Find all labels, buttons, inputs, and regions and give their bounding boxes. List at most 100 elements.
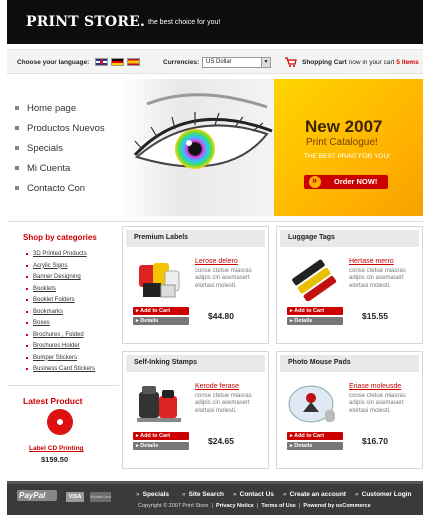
cart-link[interactable]: Shopping Cart xyxy=(302,59,347,66)
product-description: conse ctetue miasras adipis cin asemaser… xyxy=(349,393,406,414)
details-button[interactable]: ▸ Details xyxy=(133,317,189,325)
bullet-icon xyxy=(26,310,28,313)
menu-item-specials[interactable]: Specials xyxy=(15,143,63,154)
product-name-link[interactable]: Kerode ferase xyxy=(195,383,239,390)
menu-item-label: Home page xyxy=(27,103,77,114)
shopping-cart-icon[interactable] xyxy=(285,57,297,68)
site-header: PRINT STORE. the best choice for you! xyxy=(7,0,423,44)
category-link[interactable]: Bookmarks xyxy=(26,308,64,315)
footer-link-label: Create an account xyxy=(289,491,346,498)
language-label: Choose your language: xyxy=(17,59,90,66)
footer-link-label: Contact Us xyxy=(239,491,274,498)
product-name-link[interactable]: Hertase merro xyxy=(349,258,394,265)
footer-link-create-account[interactable]: » Create an account xyxy=(283,491,346,498)
product-description: conse ctetue miasras adipis cin asemaser… xyxy=(349,268,406,289)
details-label: Details xyxy=(294,443,313,449)
details-button[interactable]: ▸ Details xyxy=(287,317,343,325)
bullet-icon xyxy=(15,166,19,170)
footer-link-label: Specials xyxy=(142,491,170,498)
cd-product-image[interactable] xyxy=(47,409,73,435)
eye-image xyxy=(117,79,277,216)
latest-product-link[interactable]: Label CD Printing xyxy=(29,445,84,452)
product-card: Photo Mouse Pads Eriase moleusde conse c… xyxy=(276,351,423,469)
add-to-cart-label: Add to Cart xyxy=(140,433,171,439)
add-to-cart-button[interactable]: ▸ Add to Cart xyxy=(133,307,189,315)
category-link[interactable]: Brochures , Folded xyxy=(26,331,84,338)
terms-link[interactable]: Terms of Use xyxy=(261,503,295,509)
footer-copyright-line: Copyright © 2007 Print Store | Privacy N… xyxy=(138,503,371,509)
product-price: $44.80 xyxy=(208,311,234,321)
bullet-icon xyxy=(15,106,19,110)
promo-subline: Print Catalogue! xyxy=(306,137,378,148)
category-link[interactable]: Bumper Stickers xyxy=(26,355,77,361)
currency-label: Currencies: xyxy=(163,59,200,66)
category-label: Boxes xyxy=(33,320,50,326)
details-label: Details xyxy=(140,318,159,324)
category-link[interactable]: 3D Printed Products xyxy=(26,251,87,257)
category-label: Brochures , Folded xyxy=(33,331,84,338)
latest-product-box: Latest Product Label CD Printing $159.50 xyxy=(7,390,119,470)
luggage-tags-image[interactable] xyxy=(287,257,339,301)
visa-logo: VISA xyxy=(66,492,84,502)
category-label: Banner Designing xyxy=(33,274,81,280)
category-link[interactable]: Acrylic Signs xyxy=(26,263,67,269)
product-name-link[interactable]: Lerose delero xyxy=(195,258,238,265)
powered-by-link[interactable]: Powered by osCommerce xyxy=(303,503,370,509)
category-label: Booklets xyxy=(33,285,57,292)
latest-product-title: Latest Product xyxy=(23,396,83,406)
category-link[interactable]: Banner Designing xyxy=(26,274,81,280)
menu-item-contact[interactable]: Contacto Con xyxy=(15,183,86,194)
category-link[interactable]: Booklets xyxy=(26,285,57,292)
add-to-cart-button[interactable]: ▸ Add to Cart xyxy=(287,432,343,440)
catalogue-promo[interactable]: New 2007 Print Catalogue! THE BEST PRINT… xyxy=(274,79,423,216)
promo-headline: New 2007 xyxy=(305,117,383,136)
details-label: Details xyxy=(140,443,159,449)
product-price: $16.70 xyxy=(362,436,388,446)
english-flag-icon[interactable] xyxy=(95,58,108,66)
add-to-cart-button[interactable]: ▸ Add to Cart xyxy=(133,432,189,440)
cart-summary[interactable]: Shopping Cart now in your cart 5 items xyxy=(302,59,419,66)
menu-item-new-products[interactable]: Productos Nuevos xyxy=(15,123,105,134)
details-button[interactable]: ▸ Details xyxy=(287,442,343,450)
divider xyxy=(7,221,423,222)
category-label: 3D Printed Products xyxy=(33,251,87,257)
bullet-icon xyxy=(26,322,28,324)
privacy-link[interactable]: Privacy Notice xyxy=(216,503,254,509)
hero-banner: Home page Productos Nuevos Specials Mi C… xyxy=(7,79,423,216)
menu-item-home[interactable]: Home page xyxy=(15,103,77,114)
details-button[interactable]: ▸ Details xyxy=(133,442,189,450)
product-name-link[interactable]: Eriase moleusde xyxy=(349,383,401,390)
mouse-pad-image[interactable] xyxy=(287,382,339,426)
bullet-icon xyxy=(26,345,28,347)
menu-item-label: Contacto Con xyxy=(27,183,86,194)
bullet-icon xyxy=(26,276,28,278)
currency-select[interactable]: US Dollar ▼ xyxy=(202,57,271,68)
bullet-icon xyxy=(15,146,19,150)
category-label: Bookmarks xyxy=(33,308,64,315)
bullet-icon xyxy=(26,253,28,255)
add-to-cart-label: Add to Cart xyxy=(294,433,325,439)
category-link[interactable]: Booklet Folders xyxy=(26,297,75,303)
mastercard-logo: MasterCard xyxy=(90,492,111,502)
labels-product-image[interactable] xyxy=(133,257,185,301)
stamps-product-image[interactable] xyxy=(133,382,185,426)
footer-link-login[interactable]: » Customer Login xyxy=(355,491,411,498)
top-toolbar: Choose your language: Currencies: US Dol… xyxy=(7,49,423,74)
store-logo[interactable]: PRINT STORE. xyxy=(26,14,145,30)
footer-link-contact[interactable]: » Contact Us xyxy=(233,491,274,498)
menu-item-label: Specials xyxy=(27,143,63,154)
spanish-flag-icon[interactable] xyxy=(127,58,140,66)
order-now-button[interactable]: Order NOW! xyxy=(304,175,388,189)
add-to-cart-button[interactable]: ▸ Add to Cart xyxy=(287,307,343,315)
footer-link-search[interactable]: » Site Search xyxy=(182,491,224,498)
german-flag-icon[interactable] xyxy=(111,58,124,66)
menu-item-account[interactable]: Mi Cuenta xyxy=(15,163,70,174)
footer-link-specials[interactable]: » Specials xyxy=(136,491,169,498)
cart-count: 5 items xyxy=(396,59,419,66)
arrow-icon: » xyxy=(233,491,237,498)
chevron-down-icon[interactable]: ▼ xyxy=(261,58,270,67)
category-link[interactable]: Brochures Holder xyxy=(26,343,80,349)
category-link[interactable]: Boxes xyxy=(26,320,50,326)
add-to-cart-label: Add to Cart xyxy=(294,308,325,314)
category-link[interactable]: Business Card Stickers xyxy=(26,366,95,372)
